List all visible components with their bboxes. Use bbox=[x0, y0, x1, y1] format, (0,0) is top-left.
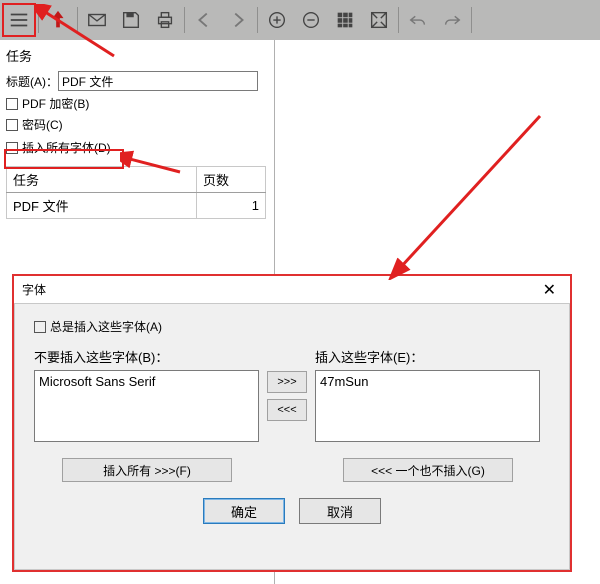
move-right-button[interactable]: >>> bbox=[267, 371, 307, 393]
print-icon[interactable] bbox=[148, 3, 182, 37]
section-label: 任务 bbox=[6, 46, 268, 65]
forward-icon[interactable] bbox=[221, 3, 255, 37]
password-label: 密码(C) bbox=[22, 116, 63, 133]
task-cell: PDF 文件 bbox=[7, 193, 197, 219]
pdf-icon[interactable] bbox=[41, 3, 75, 37]
close-icon[interactable]: ✕ bbox=[537, 280, 562, 300]
undo-icon[interactable] bbox=[401, 3, 435, 37]
back-icon[interactable] bbox=[187, 3, 221, 37]
always-insert-checkbox[interactable] bbox=[34, 321, 46, 333]
pages-cell: 1 bbox=[197, 193, 266, 219]
pdf-encrypt-label: PDF 加密(B) bbox=[22, 95, 89, 112]
password-checkbox[interactable] bbox=[6, 119, 18, 131]
list-item[interactable]: 47mSun bbox=[320, 374, 535, 389]
redo-icon[interactable] bbox=[435, 3, 469, 37]
insert-all-button[interactable]: 插入所有 >>>(F) bbox=[62, 458, 232, 482]
insert-all-fonts-checkbox[interactable] bbox=[6, 142, 18, 154]
title-input[interactable] bbox=[58, 71, 258, 91]
pages-col-header: 页数 bbox=[197, 167, 266, 193]
toolbar bbox=[0, 0, 600, 40]
mail-icon[interactable] bbox=[80, 3, 114, 37]
pdf-encrypt-checkbox[interactable] bbox=[6, 98, 18, 110]
dont-insert-listbox[interactable]: Microsoft Sans Serif bbox=[34, 370, 259, 442]
dialog-title: 字体 bbox=[22, 281, 46, 298]
task-table: 任务 页数 PDF 文件 1 bbox=[6, 166, 266, 219]
fit-icon[interactable] bbox=[362, 3, 396, 37]
move-left-button[interactable]: <<< bbox=[267, 399, 307, 421]
list-item[interactable]: Microsoft Sans Serif bbox=[39, 374, 254, 389]
table-row[interactable]: PDF 文件 1 bbox=[7, 193, 266, 219]
insert-none-button[interactable]: <<< 一个也不插入(G) bbox=[343, 458, 513, 482]
grid-icon[interactable] bbox=[328, 3, 362, 37]
insert-listbox[interactable]: 47mSun bbox=[315, 370, 540, 442]
zoom-in-icon[interactable] bbox=[260, 3, 294, 37]
title-label: 标题(A)： bbox=[6, 73, 58, 90]
insert-all-fonts-label: 插入所有字体(D) bbox=[22, 139, 111, 156]
insert-label: 插入这些字体(E)： bbox=[315, 347, 540, 366]
zoom-out-icon[interactable] bbox=[294, 3, 328, 37]
ok-button[interactable]: 确定 bbox=[203, 498, 285, 524]
save-icon[interactable] bbox=[114, 3, 148, 37]
cancel-button[interactable]: 取消 bbox=[299, 498, 381, 524]
task-col-header: 任务 bbox=[7, 167, 197, 193]
fonts-dialog: 字体 ✕ 总是插入这些字体(A) 不要插入这些字体(B)： Microsoft … bbox=[12, 274, 572, 572]
always-insert-label: 总是插入这些字体(A) bbox=[50, 318, 162, 335]
menu-icon[interactable] bbox=[2, 3, 36, 37]
dont-insert-label: 不要插入这些字体(B)： bbox=[34, 347, 259, 366]
